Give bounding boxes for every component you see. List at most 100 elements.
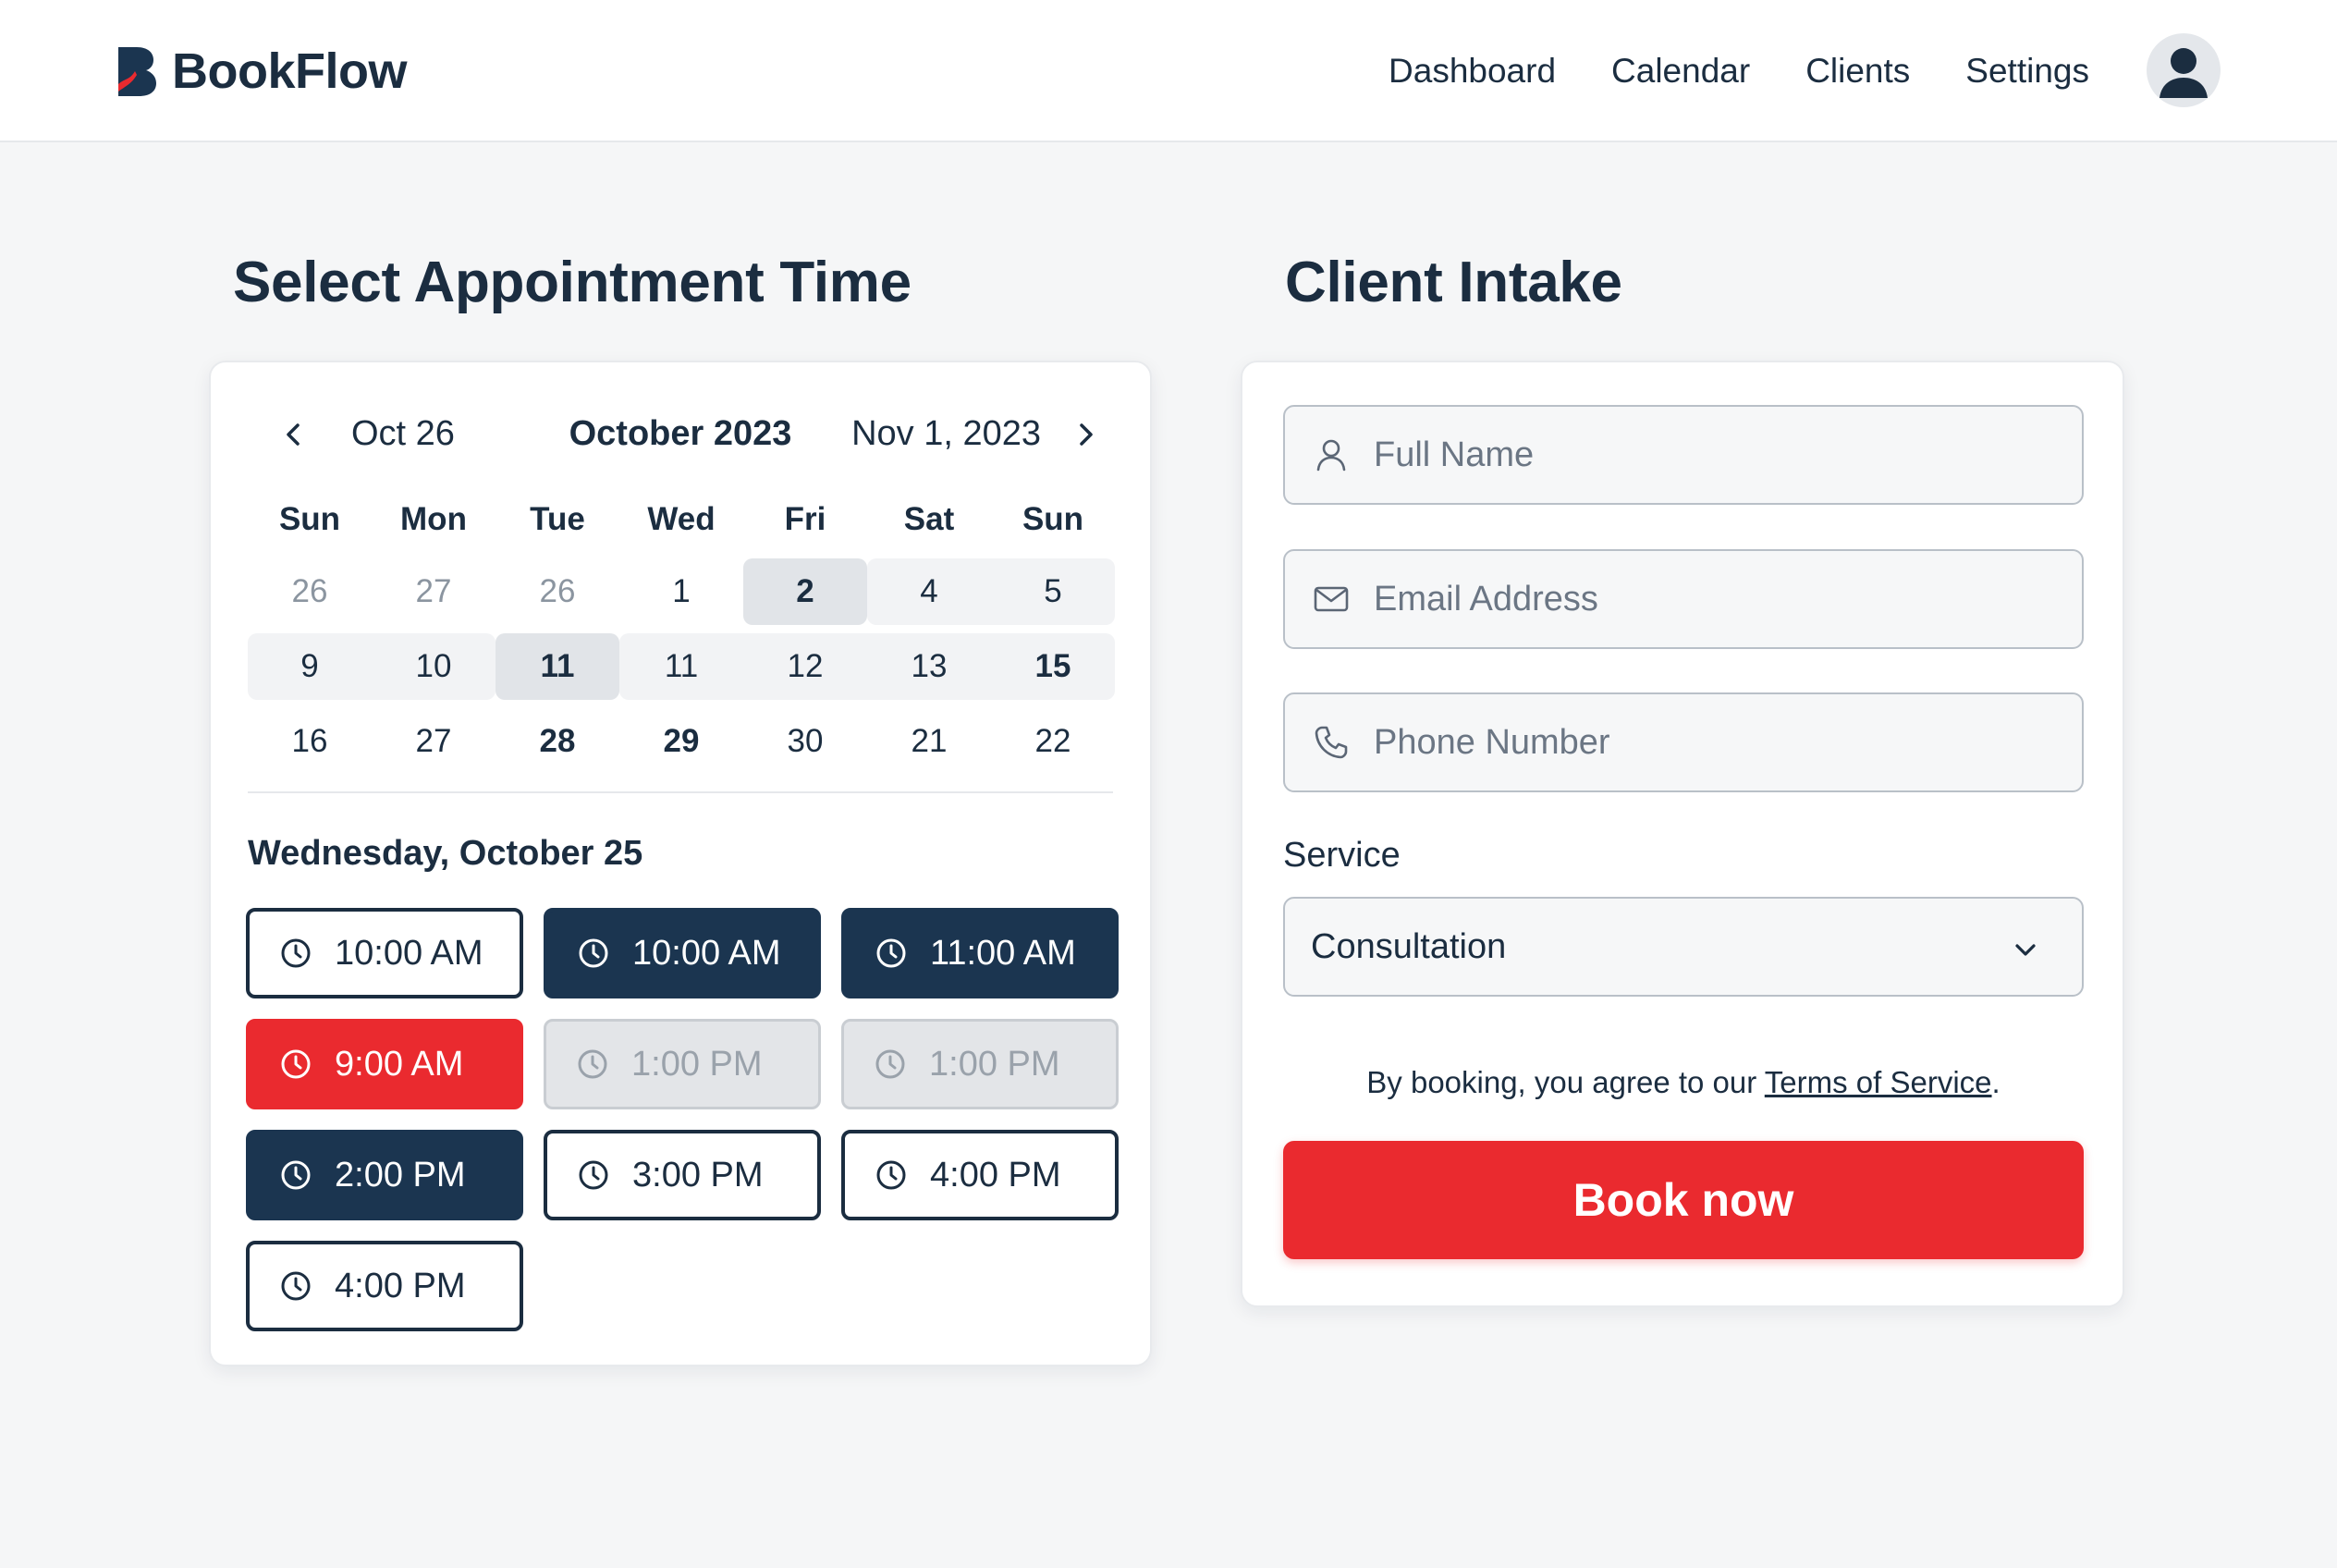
clock-icon [578,1049,607,1079]
mail-icon [1314,586,1349,612]
terms-notice: By booking, you agree to our Terms of Se… [1283,1065,2084,1100]
app-logo[interactable]: BookFlow [115,43,407,100]
time-slot-label: 10:00 AM [335,933,483,973]
chevron-down-icon [2015,944,2036,956]
user-avatar-icon [2160,48,2208,98]
calendar-day[interactable]: 9 [248,633,372,700]
bookflow-logo-icon [118,47,156,96]
calendar-day[interactable]: 27 [372,708,496,775]
chevron-right-icon[interactable] [1067,416,1104,453]
calendar-day[interactable]: 22 [991,708,1115,775]
clock-icon [875,1049,905,1079]
calendar-day: 26 [291,573,328,609]
calendar-next-label[interactable]: Nov 1, 2023 [851,414,1041,454]
time-slot-button[interactable]: 4:00 PM [246,1241,523,1331]
calendar-day[interactable]: 30 [743,708,867,775]
calendar-day[interactable]: 2 [743,558,867,625]
intake-section-title: Client Intake [1285,251,1622,314]
weekday-header-row: Sun Mon Tue Wed Fri Sat Sun [248,501,1115,549]
time-slot-button: 1:00 PM [841,1019,1119,1109]
clock-icon [281,938,311,968]
calendar-day[interactable]: 1 [619,558,743,625]
calendar-day[interactable]: 13 [867,633,991,700]
clock-icon [876,1160,906,1190]
clock-icon [876,938,906,968]
email-input[interactable] [1374,579,2076,619]
terms-suffix: . [1991,1065,2001,1099]
calendar-day[interactable]: 12 [743,633,867,700]
phone-input[interactable] [1374,722,2076,763]
terms-prefix: By booking, you agree to our [1366,1065,1765,1099]
nav-clients[interactable]: Clients [1805,52,1910,91]
weekday-label: Sun [278,501,341,537]
calendar-header: Oct 26 October 2023 Nov 1, 2023 [248,399,1113,470]
time-slot-button[interactable]: 9:00 AM [246,1019,523,1109]
time-slot-label: 1:00 PM [929,1044,1060,1084]
time-slot-label: 1:00 PM [631,1044,763,1084]
time-slot-button[interactable]: 11:00 AM [841,908,1119,998]
time-slot-button[interactable]: 4:00 PM [841,1130,1119,1220]
time-slot-label: 10:00 AM [632,933,781,973]
phone-field[interactable] [1283,692,2084,792]
time-slot-label: 3:00 PM [632,1155,764,1194]
clock-icon [579,938,608,968]
time-slot-label: 2:00 PM [335,1155,466,1194]
calendar-week-row: 16 27 28 29 30 21 22 [248,708,1115,775]
time-slot-button[interactable]: 10:00 AM [246,908,523,998]
book-now-button[interactable]: Book now [1283,1141,2084,1259]
terms-of-service-link[interactable]: Terms of Service [1765,1065,1992,1099]
phone-icon [1315,726,1348,759]
calendar-day[interactable]: 15 [991,633,1115,700]
time-slot-label: 11:00 AM [930,933,1076,973]
appointment-card: Oct 26 October 2023 Nov 1, 2023 Sun Mon … [209,361,1152,1366]
clock-icon [579,1160,608,1190]
app-name: BookFlow [172,43,407,99]
time-slot-label: 9:00 AM [335,1044,464,1084]
calendar-day[interactable]: 11 [619,633,743,700]
calendar-day: 26 [539,573,576,609]
user-icon [1316,439,1346,472]
calendar-week-row: 26 27 26 1 2 4 5 [248,558,1115,625]
time-slot-label: 4:00 PM [930,1155,1061,1194]
clock-icon [281,1049,311,1079]
nav-dashboard[interactable]: Dashboard [1389,52,1556,91]
calendar-day[interactable]: 16 [248,708,372,775]
top-navigation-bar: BookFlow Dashboard Calendar Clients Sett… [0,0,2337,142]
full-name-field[interactable] [1283,405,2084,505]
clock-icon [281,1271,311,1301]
nav-calendar[interactable]: Calendar [1611,52,1750,91]
time-slot-button[interactable]: 3:00 PM [544,1130,821,1220]
weekday-label: Tue [530,501,585,537]
calendar-day[interactable]: 11 [496,633,619,700]
user-avatar-button[interactable] [2147,33,2221,107]
time-slot-label: 4:00 PM [335,1266,466,1305]
weekday-label: Wed [647,501,716,537]
calendar-day[interactable]: 28 [496,708,619,775]
weekday-label: Fri [784,501,826,537]
nav-settings[interactable]: Settings [1965,52,2089,91]
email-field[interactable] [1283,549,2084,649]
time-slot-button[interactable]: 2:00 PM [246,1130,523,1220]
time-slot-button: 1:00 PM [544,1019,821,1109]
calendar-divider [248,791,1113,793]
full-name-input[interactable] [1374,435,2076,475]
service-select-value: Consultation [1311,926,1507,966]
time-slot-button[interactable]: 10:00 AM [544,908,821,998]
selected-day-title: Wednesday, October 25 [248,834,643,873]
service-label: Service [1283,836,1401,875]
clock-icon [281,1160,311,1190]
calendar-day[interactable]: 29 [619,708,743,775]
calendar-day[interactable]: 21 [867,708,991,775]
weekday-label: Sat [903,501,955,537]
calendar-day[interactable]: 4 [867,558,991,625]
service-select[interactable]: Consultation [1283,897,2084,997]
weekday-label: Mon [400,501,467,537]
calendar-day[interactable]: 5 [991,558,1115,625]
appointment-section-title: Select Appointment Time [233,251,912,314]
intake-card: Service Consultation By booking, you agr… [1241,361,2124,1307]
weekday-label: Sun [1022,501,1084,537]
calendar-day[interactable]: 10 [372,633,496,700]
time-slot-grid: 10:00 AM 10:00 AM 11:00 AM 9:00 AM 1:00 PM 1:… [246,908,1119,1331]
calendar-week-row: 9 10 11 11 12 13 15 [248,633,1115,700]
calendar-day: 27 [415,573,452,609]
